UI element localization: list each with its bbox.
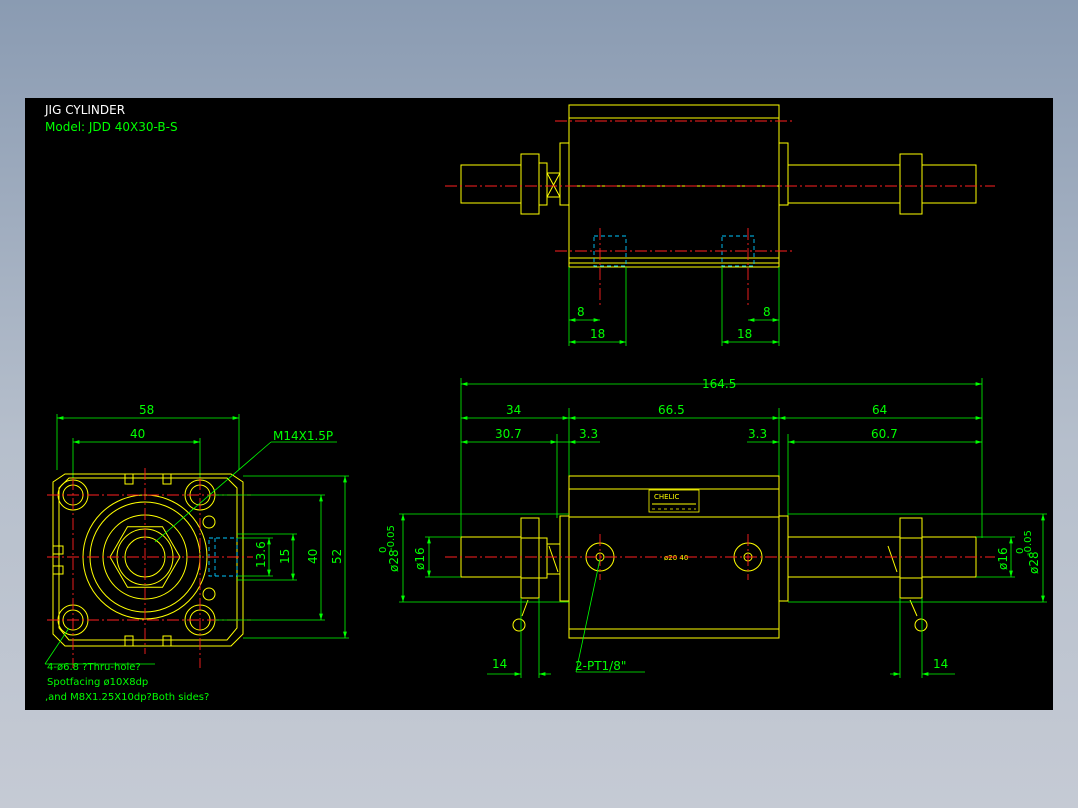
dim-dia16-left: ø16 — [413, 547, 427, 570]
port-note: 2-PT1/8" — [575, 659, 626, 673]
dim-40-width: 40 — [130, 427, 145, 441]
hole-note-2: Spotfacing ø10X8dp — [47, 677, 148, 688]
dim-58: 58 — [139, 403, 154, 417]
dim-15: 15 — [278, 549, 292, 564]
dim-14-left: 14 — [492, 657, 507, 671]
hole-note-3: ,and M8X1.25X10dp?Both sides? — [45, 692, 209, 703]
dim-3-3-left: 3.3 — [579, 427, 598, 441]
dim-top-left-8: 8 — [577, 305, 585, 319]
tol-right-b: -0.05 — [1023, 530, 1034, 556]
dim-3-3-right: 3.3 — [748, 427, 767, 441]
dim-top-right-8: 8 — [763, 305, 771, 319]
side-view: 164.5 34 66.5 64 30.7 3.3 3.3 60.7 CHELI… — [378, 377, 1047, 678]
top-view: 8 18 8 18 — [445, 104, 995, 346]
thread-note: M14X1.5P — [273, 429, 333, 443]
dim-60-7: 60.7 — [871, 427, 898, 441]
hole-note-1: 4-ø6.8 ?Thru-hole? — [47, 662, 141, 673]
small-marking: ø20 40 — [664, 554, 688, 562]
dim-34: 34 — [506, 403, 521, 417]
dim-top-right-18: 18 — [737, 327, 752, 341]
dim-52: 52 — [330, 549, 344, 564]
dim-40-height: 40 — [306, 549, 320, 564]
dim-dia28-left: ø28 — [387, 549, 401, 572]
dim-30-7: 30.7 — [495, 427, 522, 441]
cad-viewport[interactable]: JIG CYLINDER Model: JDD 40X30-B-S 8 18 8… — [25, 98, 1053, 710]
dim-66-5: 66.5 — [658, 403, 685, 417]
drawing-title: JIG CYLINDER — [44, 103, 125, 117]
brand-label: CHELIC — [654, 493, 680, 501]
tol-left-b: -0.05 — [386, 525, 397, 551]
dim-64: 64 — [872, 403, 887, 417]
dim-dia16-right: ø16 — [996, 547, 1010, 570]
front-view: 58 40 13.6 15 40 52 M14X1.5P 4-ø6.8 ?Thr… — [44, 403, 349, 703]
dim-overall: 164.5 — [702, 377, 736, 391]
cad-drawing: JIG CYLINDER Model: JDD 40X30-B-S 8 18 8… — [44, 103, 1047, 703]
drawing-model: Model: JDD 40X30-B-S — [45, 120, 178, 134]
dim-13-6: 13.6 — [254, 541, 268, 568]
dim-top-left-18: 18 — [590, 327, 605, 341]
dim-14-right: 14 — [933, 657, 948, 671]
